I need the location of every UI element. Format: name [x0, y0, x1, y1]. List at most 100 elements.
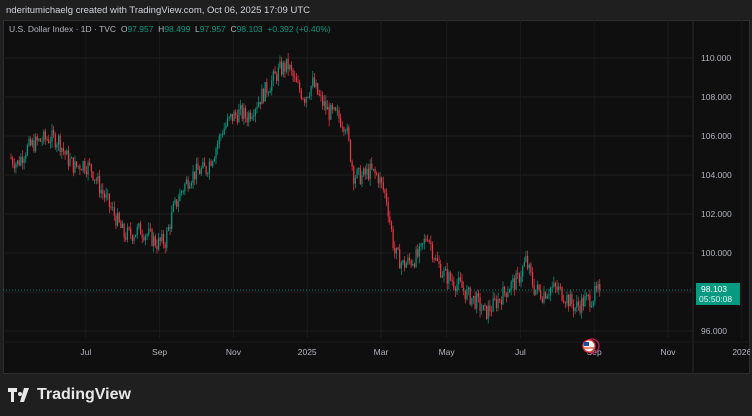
candle-body	[387, 202, 389, 217]
candle-body	[77, 165, 79, 167]
candle-body	[508, 289, 511, 293]
tradingview-logo[interactable]: TradingView	[8, 386, 131, 404]
candle-body	[372, 168, 375, 170]
candle-body	[200, 168, 202, 175]
candle-body	[236, 114, 238, 123]
candle-body	[341, 126, 343, 128]
candle-body	[413, 263, 416, 267]
candle-body	[177, 201, 179, 207]
candle-body	[82, 161, 84, 171]
candle-body	[297, 82, 299, 83]
candle-body	[586, 294, 588, 297]
candle-body	[569, 294, 571, 307]
candle-body	[584, 296, 586, 307]
candle-body	[36, 136, 38, 141]
candle-body	[436, 258, 438, 262]
candle-body	[76, 161, 78, 167]
candle-body	[215, 148, 217, 159]
candle-body	[394, 247, 396, 254]
us-flag-canton	[584, 342, 589, 346]
candle-body	[505, 292, 507, 297]
candle-body	[399, 249, 401, 269]
candle-body	[30, 138, 32, 146]
candle-body	[225, 125, 227, 129]
candle-body	[499, 298, 501, 301]
candle-body	[410, 260, 412, 266]
candle-body	[120, 221, 122, 228]
candle-body	[489, 305, 491, 312]
candle-body	[105, 194, 107, 198]
candle-body	[285, 58, 288, 72]
candle-body	[536, 284, 539, 290]
candle-body	[253, 115, 255, 117]
candle-body	[290, 65, 293, 71]
candle-body	[167, 226, 170, 231]
candle-body	[267, 92, 270, 94]
candle-body	[281, 61, 283, 75]
candle-body	[443, 270, 445, 276]
candle-body	[182, 191, 184, 193]
candle-body	[266, 82, 268, 94]
candle-body	[404, 260, 406, 268]
candle-body	[112, 207, 114, 209]
candle-body	[39, 138, 42, 142]
candle-body	[395, 247, 397, 254]
candle-body	[156, 245, 158, 250]
candle-body	[95, 179, 97, 181]
candle-body	[295, 77, 297, 83]
candle-body	[154, 236, 156, 246]
candle-body	[545, 292, 547, 299]
candle-body	[589, 295, 591, 308]
candle-body	[389, 216, 391, 222]
candle-body	[520, 276, 522, 283]
candle-body	[331, 104, 334, 110]
candle-body	[46, 139, 48, 140]
candle-body	[169, 226, 171, 229]
candle-body	[279, 61, 281, 68]
candle-body	[425, 238, 427, 241]
candle-body	[141, 234, 143, 238]
candle-body	[312, 77, 314, 86]
candle-body	[531, 272, 534, 285]
candle-body	[330, 104, 332, 120]
candle-body	[161, 233, 163, 241]
candle-body	[107, 193, 109, 195]
candle-body	[408, 257, 411, 261]
candle-body	[353, 166, 355, 184]
candle-body	[523, 261, 525, 267]
candle-body	[320, 94, 322, 96]
candle-body	[249, 112, 252, 119]
candle-body	[517, 273, 519, 275]
candle-body	[131, 235, 133, 241]
candle-body	[300, 90, 302, 99]
candle-body	[26, 145, 28, 156]
candle-body	[525, 256, 527, 262]
candle-body	[240, 105, 242, 110]
candle-body	[79, 165, 81, 170]
candlestick-chart[interactable]: 96.00098.000100.000102.000104.000106.000…	[3, 20, 750, 374]
candle-body	[563, 300, 565, 303]
candle-body	[540, 290, 542, 299]
candle-body	[541, 298, 543, 303]
candle-body	[187, 179, 189, 189]
candle-body	[123, 223, 125, 238]
candle-body	[308, 95, 311, 98]
x-tick-label: Mar	[374, 347, 389, 357]
candle-body	[254, 109, 256, 116]
candle-body	[423, 238, 425, 244]
candle-body	[38, 138, 40, 141]
candle-body	[207, 173, 209, 175]
candle-body	[135, 234, 137, 238]
candle-body	[148, 228, 150, 235]
candle-body	[35, 136, 37, 152]
candle-body	[80, 169, 83, 171]
candle-body	[246, 117, 248, 123]
candle-body	[184, 183, 186, 192]
candle-body	[400, 262, 402, 269]
candle-body	[125, 237, 127, 240]
candle-body	[590, 305, 593, 308]
candle-body	[382, 182, 384, 190]
candle-body	[376, 173, 378, 175]
candle-body	[313, 77, 315, 87]
candle-body	[576, 301, 578, 308]
